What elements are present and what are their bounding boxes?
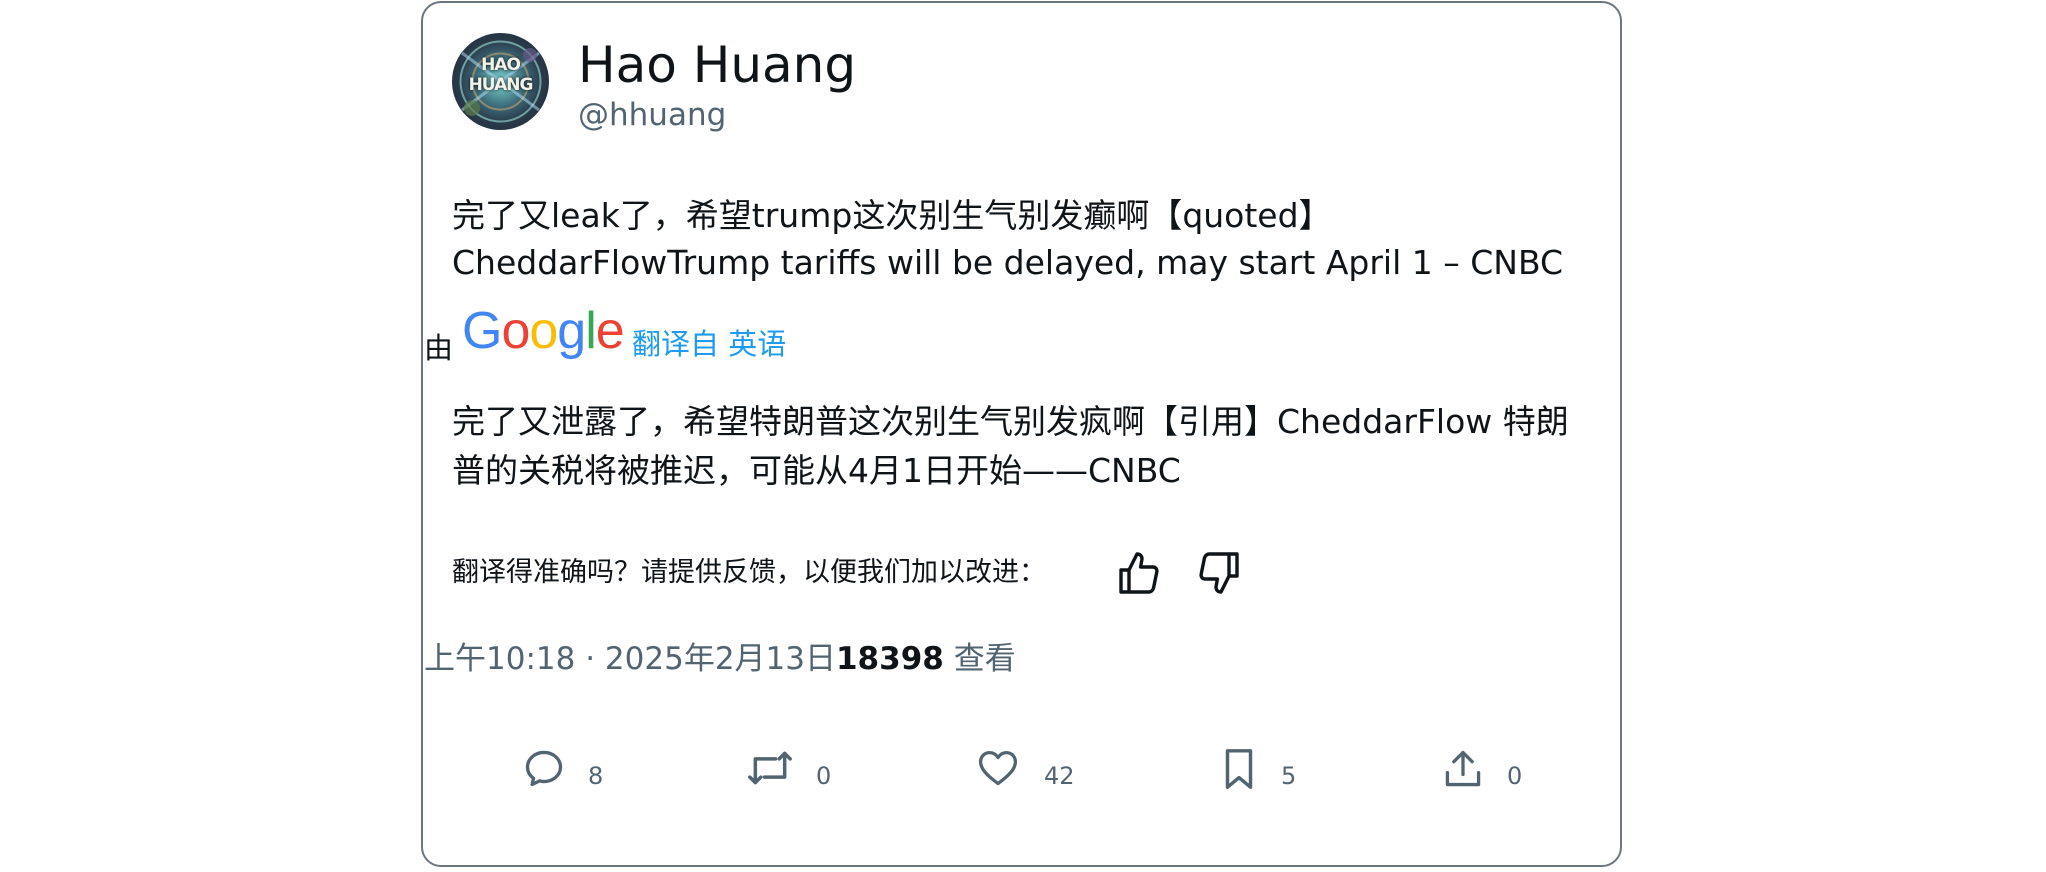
retweet-button[interactable]: 0 — [746, 746, 836, 794]
tweet-time[interactable]: 上午10:18 — [424, 641, 575, 677]
reply-count: 8 — [588, 762, 604, 790]
bookmark-button[interactable]: 5 — [1219, 746, 1309, 794]
google-logo: Google — [462, 302, 625, 360]
thumbs-down-icon — [1199, 552, 1239, 594]
like-count: 42 — [1044, 762, 1075, 790]
avatar-logo-text: HAO HUANG — [468, 55, 534, 95]
reply-button[interactable]: 8 — [522, 746, 612, 794]
views-count: 18398 — [835, 641, 944, 677]
share-button[interactable]: 0 — [1441, 746, 1531, 794]
user-handle[interactable]: @hhuang — [578, 95, 726, 135]
like-button[interactable]: 42 — [976, 746, 1076, 794]
translated-by-label: 由 — [424, 331, 454, 365]
translated-text: 完了又泄露了，希望特朗普这次别生气别发疯啊【引用】CheddarFlow 特朗 … — [452, 397, 1602, 495]
translated-text-line: 普的关税将被推迟，可能从4月1日开始——CNBC — [452, 451, 1181, 490]
tweet-meta: 上午10:18 · 2025年2月13日18398 查看 — [424, 639, 1016, 679]
tweet-text-line: CheddarFlowTrump tariffs will be delayed… — [452, 243, 1564, 282]
tweet-text-line: 完了又leak了，希望trump这次别生气别发癫啊【quoted】 — [452, 196, 1332, 235]
views-label: 查看 — [953, 641, 1016, 677]
display-name[interactable]: Hao Huang — [578, 34, 856, 96]
bookmark-count: 5 — [1281, 762, 1297, 790]
tweet-date[interactable]: 2025年2月13日 — [605, 641, 836, 677]
thumbs-down-button[interactable] — [1195, 548, 1243, 598]
translated-from-link[interactable]: 翻译自 英语 — [632, 325, 786, 363]
share-count: 0 — [1507, 762, 1523, 790]
heart-icon — [978, 750, 1018, 786]
retweet-icon — [748, 751, 792, 785]
avatar[interactable]: HAO HUANG — [452, 33, 549, 130]
reply-icon — [525, 750, 563, 787]
translation-feedback-prompt: 翻译得准确吗？请提供反馈，以便我们加以改进： — [452, 557, 1046, 588]
translated-text-line: 完了又泄露了，希望特朗普这次别生气别发疯啊【引用】CheddarFlow 特朗 — [452, 402, 1569, 441]
bookmark-icon — [1225, 749, 1253, 789]
retweet-count: 0 — [816, 762, 832, 790]
thumbs-up-button[interactable] — [1115, 548, 1163, 598]
share-icon — [1445, 750, 1481, 787]
thumbs-up-icon — [1119, 552, 1159, 594]
tweet-text: 完了又leak了，希望trump这次别生气别发癫啊【quoted】 Chedda… — [452, 192, 1592, 286]
meta-separator: · — [585, 641, 596, 677]
